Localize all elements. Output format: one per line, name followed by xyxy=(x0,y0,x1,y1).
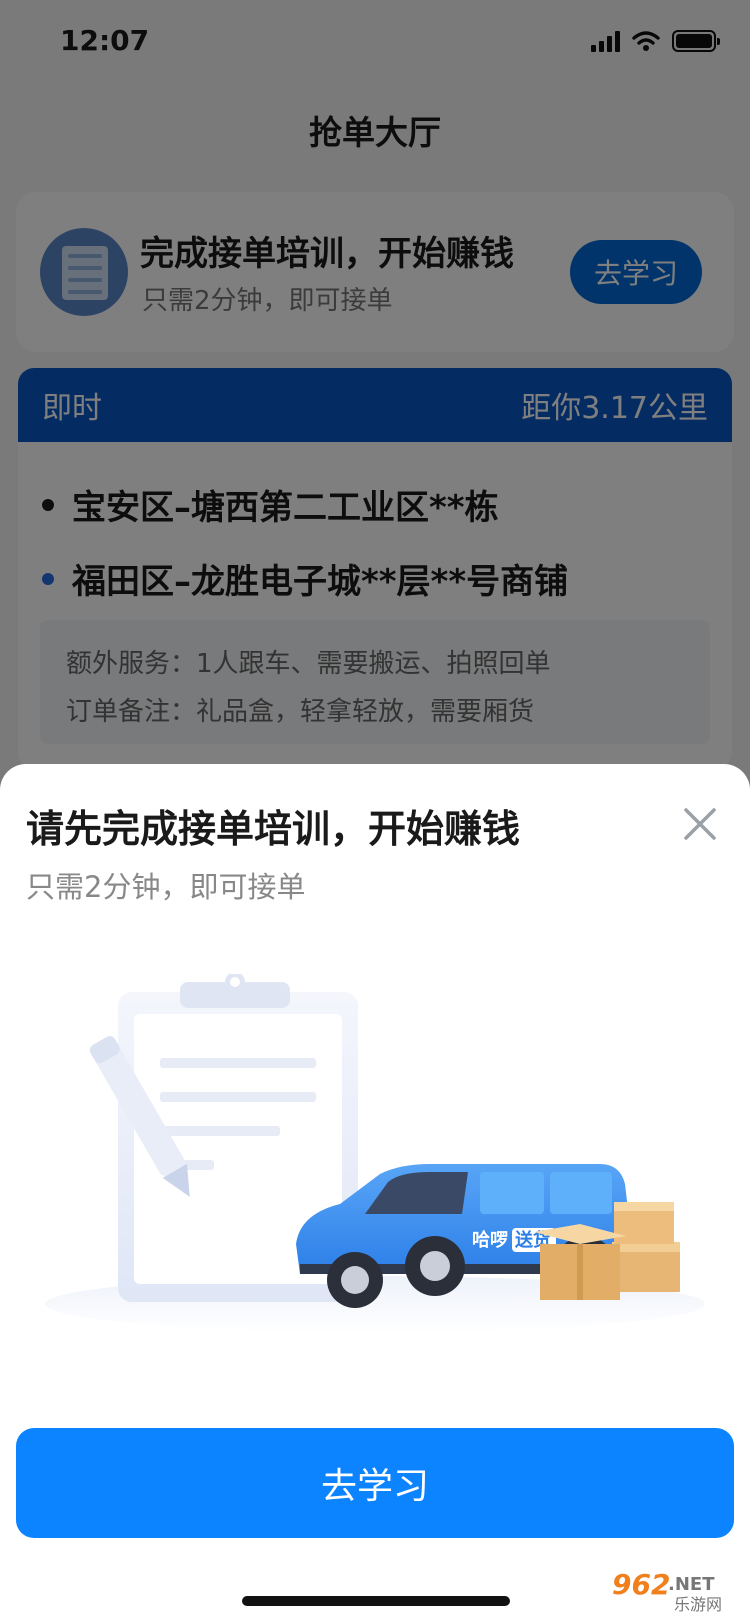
learn-button[interactable]: 去学习 xyxy=(16,1428,734,1538)
sheet-subtitle: 只需2分钟，即可接单 xyxy=(26,870,306,904)
svg-text:哈啰: 哈啰 xyxy=(472,1229,508,1251)
sheet-title: 请先完成接单培训，开始赚钱 xyxy=(26,807,521,851)
home-indicator xyxy=(242,1596,510,1606)
watermark-logo: 962 .NET 乐游网 xyxy=(606,1564,738,1616)
svg-text:乐游网: 乐游网 xyxy=(674,1595,722,1614)
close-icon[interactable] xyxy=(676,800,724,848)
svg-text:962: 962 xyxy=(612,1568,670,1601)
svg-text:.NET: .NET xyxy=(668,1574,715,1595)
delivery-illustration: 哈啰 送货 xyxy=(45,974,705,1332)
training-bottom-sheet: 请先完成接单培训，开始赚钱 只需2分钟，即可接单 哈啰 送货 去学习 xyxy=(0,764,750,1624)
